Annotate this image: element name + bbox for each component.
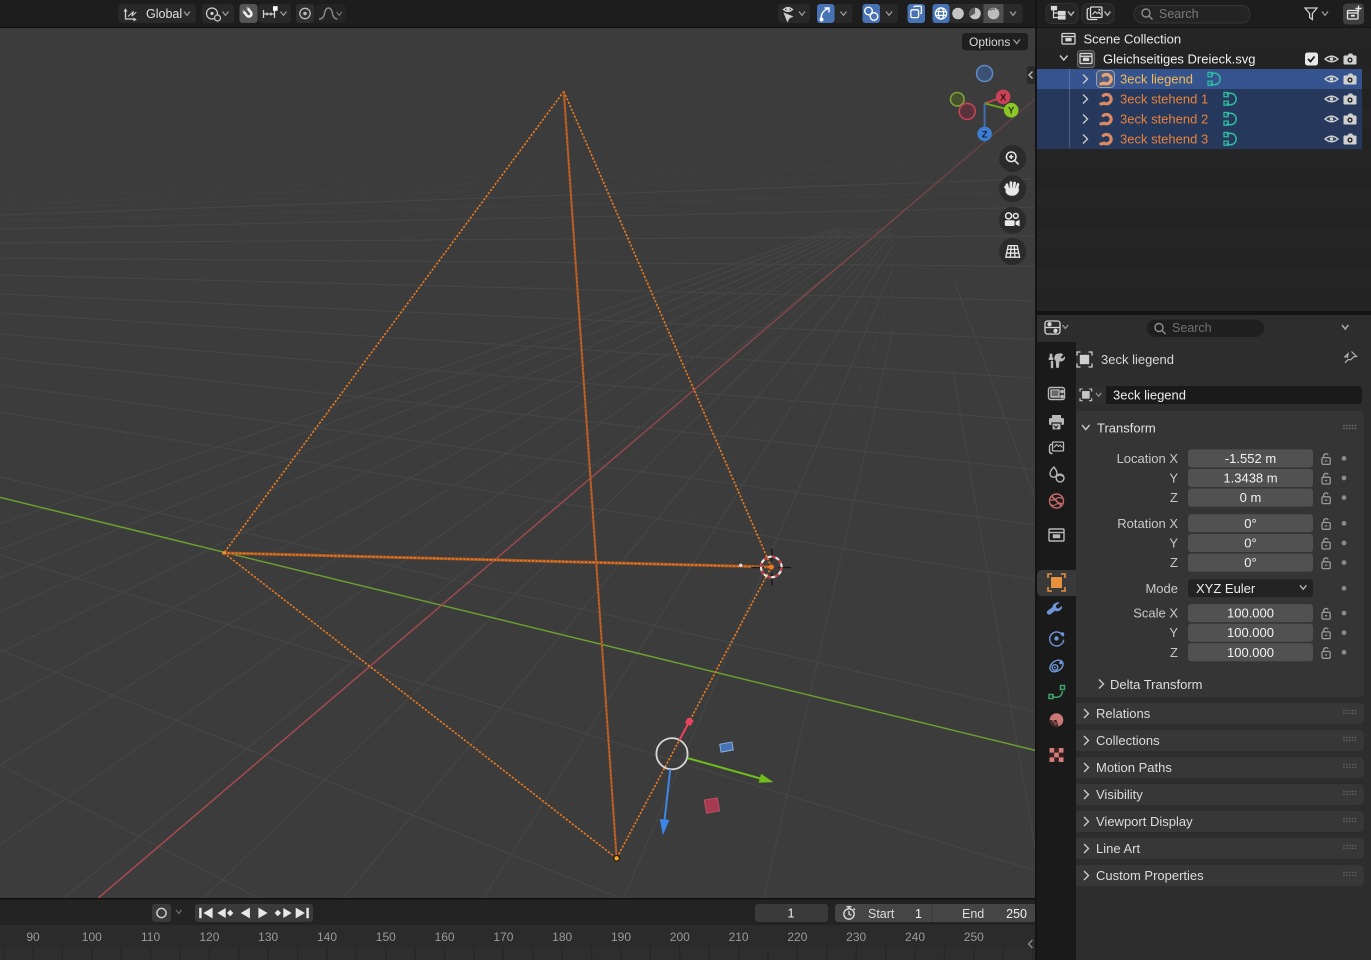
svg-text:100.000: 100.000 bbox=[1227, 645, 1274, 660]
svg-text:240: 240 bbox=[905, 930, 925, 944]
svg-text:0°: 0° bbox=[1244, 555, 1256, 570]
svg-text:Custom Properties: Custom Properties bbox=[1096, 868, 1204, 883]
svg-text:1: 1 bbox=[915, 907, 922, 921]
svg-text:160: 160 bbox=[435, 930, 455, 944]
svg-text:0 m: 0 m bbox=[1240, 490, 1262, 505]
svg-text:Y: Y bbox=[1169, 471, 1178, 486]
svg-text:3eck liegend: 3eck liegend bbox=[1120, 72, 1193, 87]
svg-text:XYZ Euler: XYZ Euler bbox=[1196, 581, 1256, 596]
svg-text:Z: Z bbox=[1170, 490, 1178, 505]
svg-text:110: 110 bbox=[141, 930, 160, 944]
svg-text:-1.552 m: -1.552 m bbox=[1225, 451, 1276, 466]
svg-text:Collections: Collections bbox=[1096, 733, 1160, 748]
svg-text:210: 210 bbox=[729, 930, 749, 944]
svg-text:100.000: 100.000 bbox=[1227, 625, 1274, 640]
svg-text:X: X bbox=[1000, 92, 1007, 103]
svg-text:Y: Y bbox=[1169, 625, 1178, 640]
svg-text:Gleichseitiges Dreieck.svg: Gleichseitiges Dreieck.svg bbox=[1103, 52, 1255, 67]
svg-text:Rotation X: Rotation X bbox=[1117, 516, 1178, 531]
svg-text:Relations: Relations bbox=[1096, 706, 1151, 721]
svg-text:Delta Transform: Delta Transform bbox=[1110, 677, 1202, 692]
svg-text:3eck stehend 2: 3eck stehend 2 bbox=[1120, 112, 1208, 127]
svg-text:180: 180 bbox=[552, 930, 572, 944]
svg-text:Viewport Display: Viewport Display bbox=[1096, 814, 1193, 829]
svg-text:0°: 0° bbox=[1244, 516, 1256, 531]
svg-text:Options: Options bbox=[969, 35, 1010, 49]
svg-text:190: 190 bbox=[611, 930, 631, 944]
svg-text:Y: Y bbox=[1008, 106, 1015, 117]
svg-text:Scale X: Scale X bbox=[1133, 606, 1178, 621]
svg-text:Z: Z bbox=[982, 129, 988, 140]
svg-text:Start: Start bbox=[868, 907, 895, 921]
svg-text:3eck stehend 1: 3eck stehend 1 bbox=[1120, 92, 1208, 107]
svg-text:1.3438 m: 1.3438 m bbox=[1223, 471, 1277, 486]
svg-text:230: 230 bbox=[846, 930, 866, 944]
svg-text:Scene Collection: Scene Collection bbox=[1084, 32, 1182, 47]
svg-text:Motion Paths: Motion Paths bbox=[1096, 760, 1172, 775]
svg-text:100: 100 bbox=[82, 930, 102, 944]
svg-text:200: 200 bbox=[670, 930, 690, 944]
svg-text:Search: Search bbox=[1172, 321, 1212, 335]
svg-text:Y: Y bbox=[1169, 536, 1178, 551]
svg-text:1: 1 bbox=[788, 907, 795, 921]
svg-text:130: 130 bbox=[258, 930, 278, 944]
svg-text:Search: Search bbox=[1159, 7, 1199, 21]
svg-text:90: 90 bbox=[26, 930, 40, 944]
svg-text:3eck stehend 3: 3eck stehend 3 bbox=[1120, 132, 1208, 147]
svg-text:140: 140 bbox=[317, 930, 337, 944]
svg-text:3eck liegend: 3eck liegend bbox=[1101, 352, 1174, 367]
svg-text:120: 120 bbox=[199, 930, 219, 944]
svg-text:100.000: 100.000 bbox=[1227, 606, 1274, 621]
svg-text:250: 250 bbox=[964, 930, 984, 944]
svg-text:Visibility: Visibility bbox=[1096, 787, 1143, 802]
svg-text:Transform: Transform bbox=[1097, 421, 1156, 436]
svg-text:250: 250 bbox=[1006, 907, 1027, 921]
svg-text:0°: 0° bbox=[1244, 536, 1256, 551]
svg-text:Line Art: Line Art bbox=[1096, 841, 1140, 856]
svg-text:220: 220 bbox=[787, 930, 807, 944]
svg-text:Location X: Location X bbox=[1117, 451, 1179, 466]
svg-text:150: 150 bbox=[376, 930, 396, 944]
svg-text:Global: Global bbox=[146, 7, 182, 21]
svg-text:170: 170 bbox=[493, 930, 513, 944]
svg-text:Z: Z bbox=[1170, 645, 1178, 660]
svg-text:Mode: Mode bbox=[1145, 581, 1178, 596]
svg-text:3eck liegend: 3eck liegend bbox=[1113, 388, 1186, 403]
svg-text:End: End bbox=[962, 907, 984, 921]
svg-text:Z: Z bbox=[1170, 555, 1178, 570]
